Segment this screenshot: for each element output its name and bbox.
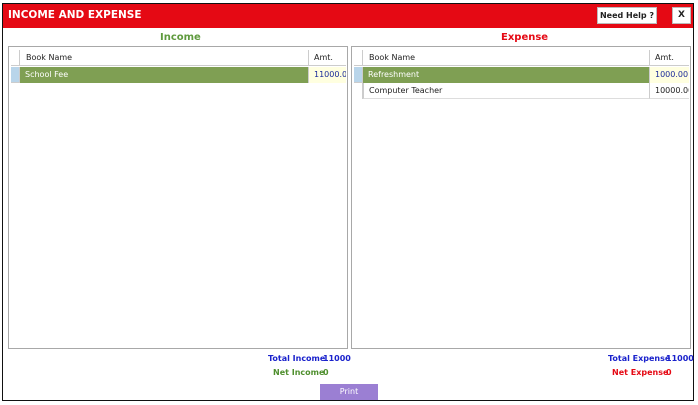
net-expense-value: 0 [666, 368, 672, 377]
income-grid[interactable]: Book Name Amt. School Fee 11000.00 [8, 46, 348, 349]
table-row[interactable]: Computer Teacher 10000.00 [352, 83, 690, 99]
income-grid-header: Book Name Amt. [9, 50, 347, 66]
table-row[interactable]: Refreshment 1000.00 [352, 67, 690, 83]
net-income-value: 0 [323, 368, 329, 377]
column-header-book-name[interactable]: Book Name [363, 50, 649, 66]
row-selector-header [11, 50, 20, 66]
total-expense-value: 11000 [666, 354, 694, 363]
amount-cell[interactable]: 10000.00 [649, 83, 689, 99]
total-income-value: 11000 [323, 354, 351, 363]
title-bar: INCOME AND EXPENSE Need Help ? X [3, 4, 693, 28]
print-button[interactable]: Print [320, 384, 378, 400]
book-name-cell[interactable]: Computer Teacher [363, 83, 649, 99]
expense-heading: Expense [501, 32, 549, 43]
amount-cell[interactable]: 1000.00 [649, 67, 689, 83]
expense-grid-header: Book Name Amt. [352, 50, 690, 66]
window-title: INCOME AND EXPENSE [8, 9, 142, 21]
book-name-cell[interactable]: School Fee [20, 67, 308, 83]
expense-grid[interactable]: Book Name Amt. Refreshment 1000.00 Compu… [351, 46, 691, 349]
row-selector[interactable] [354, 67, 363, 83]
net-expense-label: Net Expense [612, 368, 669, 377]
row-selector-header [354, 50, 363, 66]
column-header-amount[interactable]: Amt. [649, 50, 689, 66]
row-selector[interactable] [11, 67, 20, 83]
total-expense-label: Total Expense [608, 354, 671, 363]
table-row[interactable]: School Fee 11000.00 [9, 67, 347, 83]
column-header-amount[interactable]: Amt. [308, 50, 346, 66]
book-name-cell[interactable]: Refreshment [363, 67, 649, 83]
amount-cell[interactable]: 11000.00 [308, 67, 346, 83]
total-income-label: Total Income [268, 354, 326, 363]
column-header-book-name[interactable]: Book Name [20, 50, 308, 66]
close-button[interactable]: X [672, 7, 691, 24]
net-income-label: Net Income [273, 368, 325, 377]
need-help-button[interactable]: Need Help ? [597, 7, 657, 24]
income-expense-window: INCOME AND EXPENSE Need Help ? X Income … [2, 3, 694, 401]
row-selector[interactable] [354, 83, 363, 99]
income-heading: Income [160, 32, 201, 43]
